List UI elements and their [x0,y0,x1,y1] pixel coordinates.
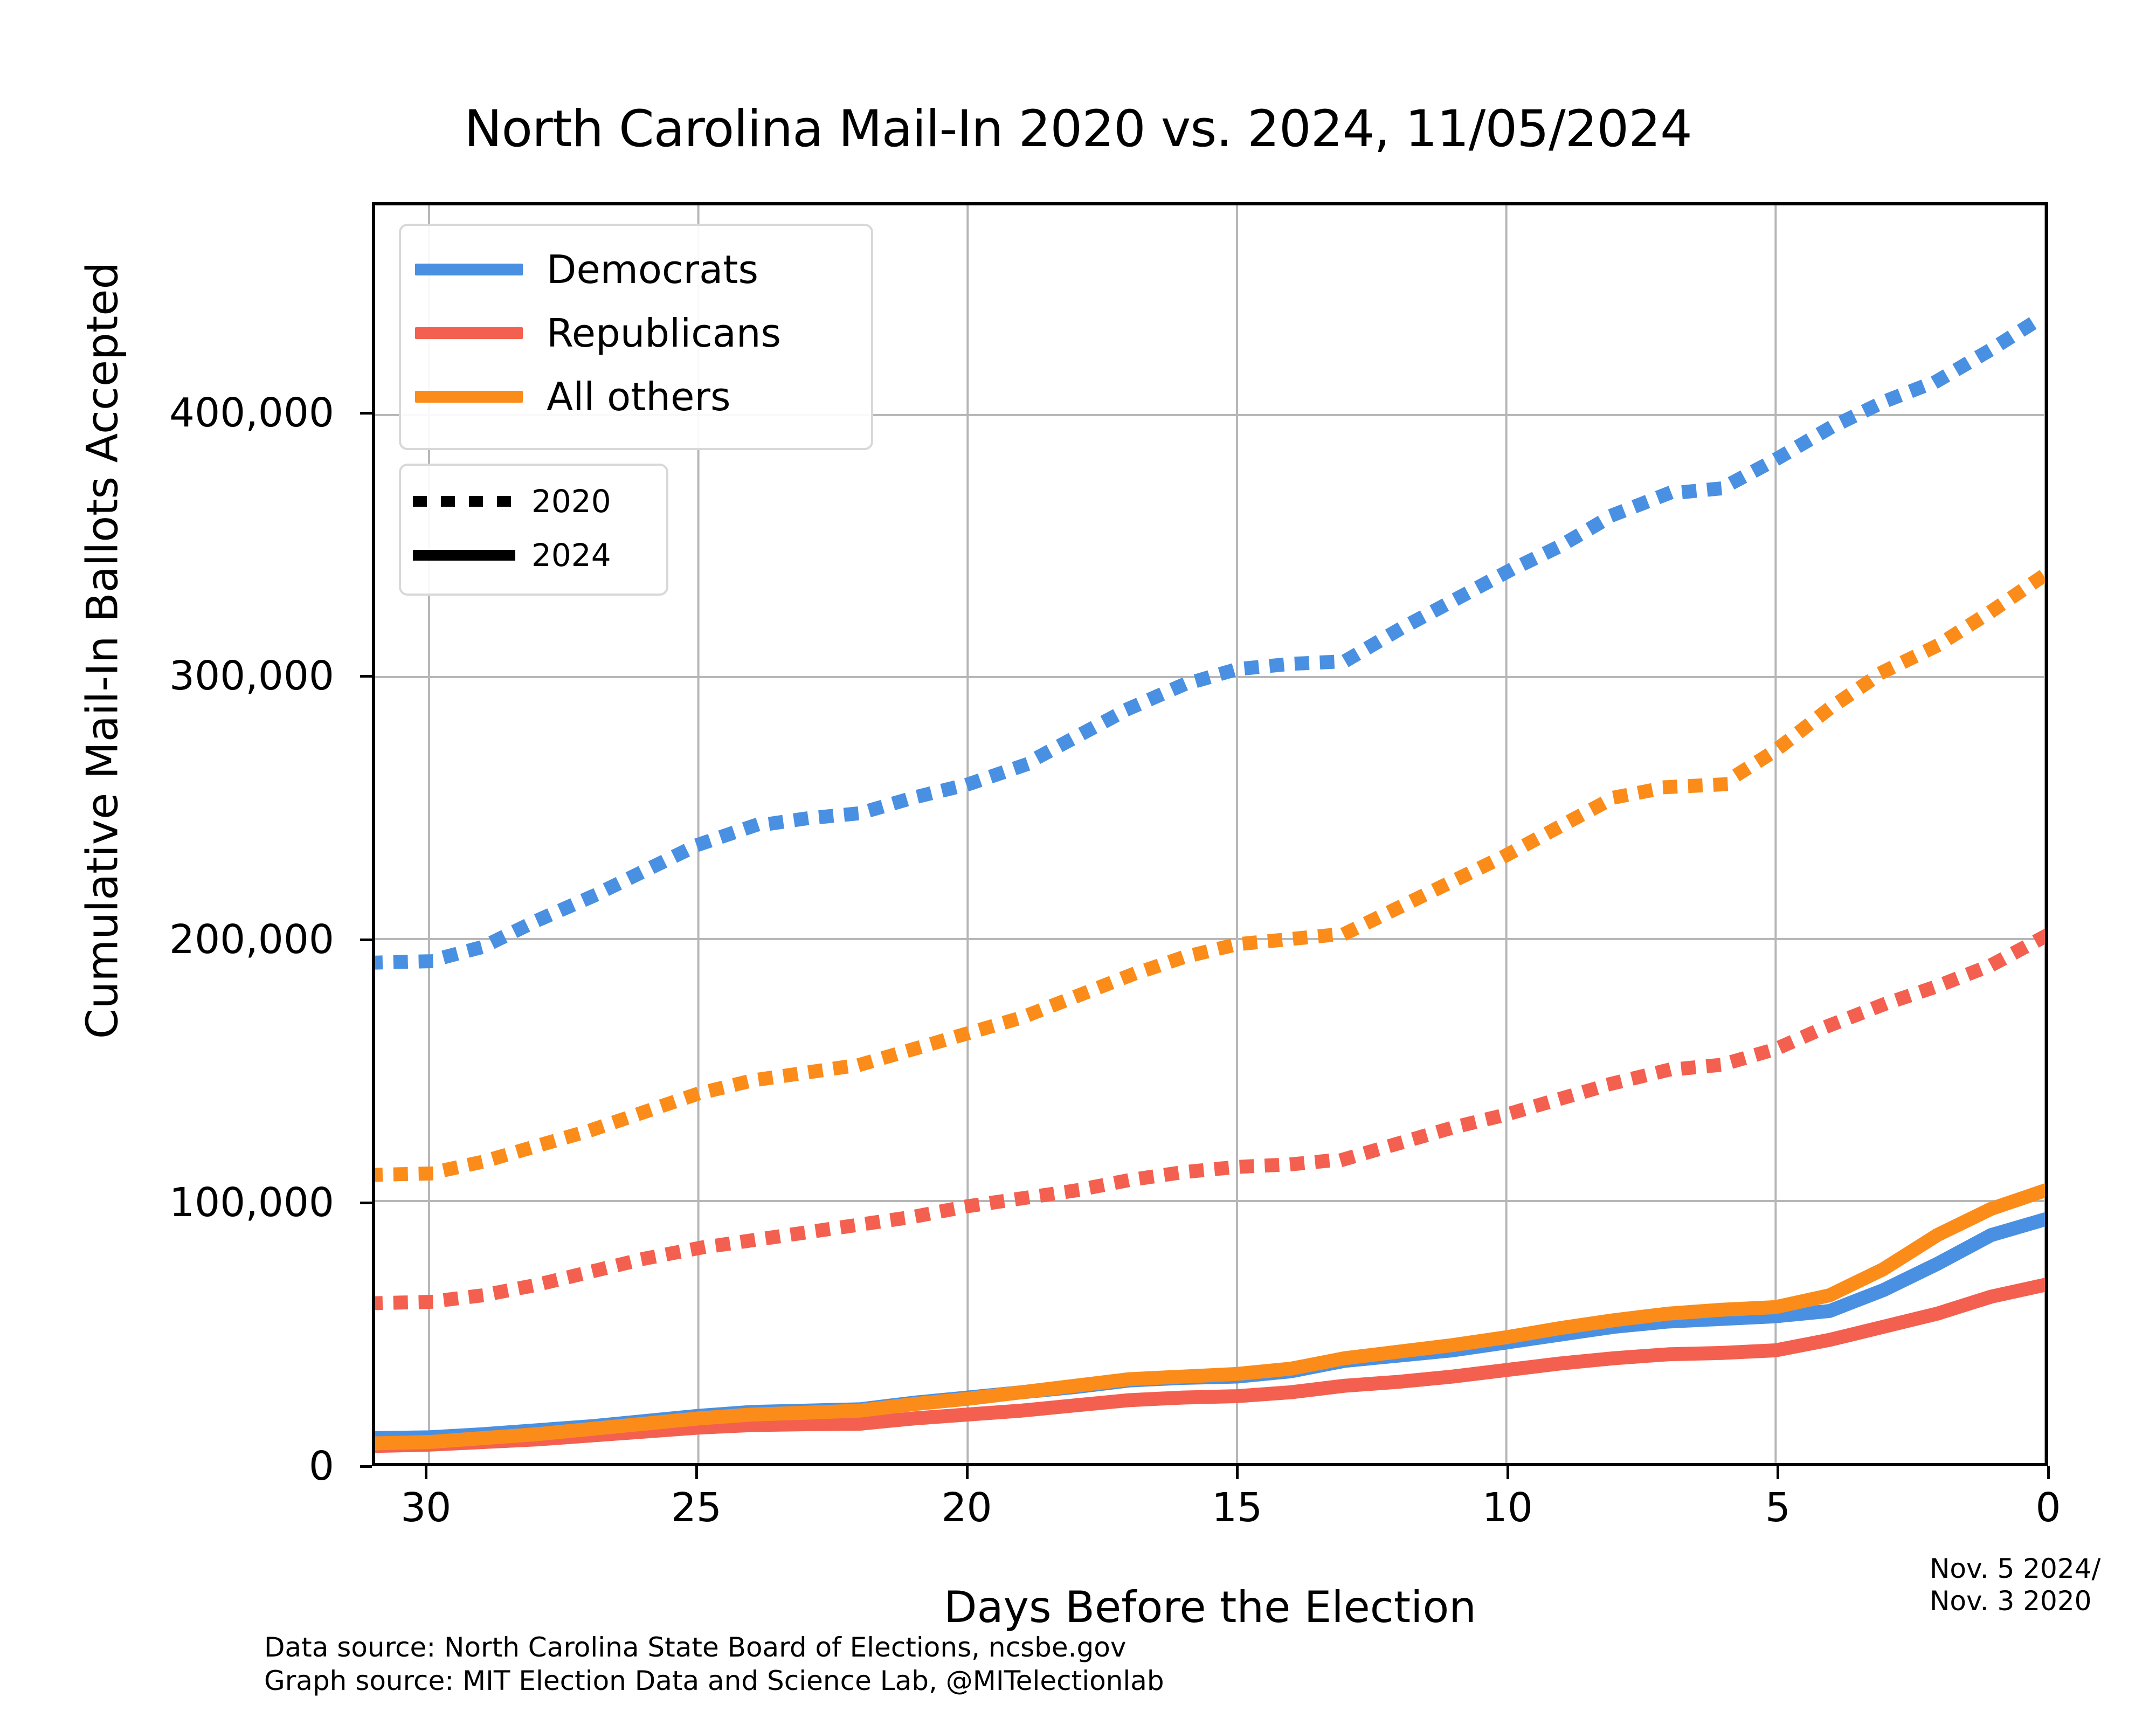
y-tick-mark [360,675,372,678]
source-annotation: Data source: North Carolina State Board … [264,1631,1164,1698]
x-tick-mark [1506,1466,1509,1479]
legend-item-2020: 2020 [413,474,654,528]
legend-label-2020: 2020 [531,483,611,520]
x-tick-mark [2047,1466,2050,1479]
y-tick-label: 0 [308,1443,334,1489]
y-tick-mark [360,1202,372,1205]
y-axis-label: Cumulative Mail-In Ballots Accepted [77,261,128,1039]
x-axis-label: Days Before the Election [943,1582,1476,1632]
legend-label-all-others: All others [547,374,731,419]
y-tick-mark [360,1465,372,1468]
y-tick-label: 100,000 [169,1179,334,1226]
chart-title: North Carolina Mail-In 2020 vs. 2024, 11… [464,100,1692,158]
legend-item-republicans: Republicans [415,301,857,365]
y-tick-mark [360,938,372,941]
election-date-line-1: Nov. 5 2024/ [1930,1553,2101,1584]
dotted-line-icon [413,496,515,507]
solid-line-icon [413,550,515,561]
data-source-text: Data source: North Carolina State Board … [264,1632,1127,1663]
legend-swatch-democrats [415,264,523,275]
series-line [375,566,2045,1182]
y-tick-label: 300,000 [169,653,334,700]
x-tick-label: 25 [671,1485,722,1531]
legend-label-republicans: Republicans [547,310,781,356]
x-tick-mark [1777,1466,1780,1479]
y-tick-mark [360,411,372,415]
x-tick-label: 30 [400,1485,452,1531]
y-tick-label: 200,000 [169,916,334,963]
legend-label-democrats: Democrats [547,247,758,292]
x-tick-label: 10 [1482,1485,1533,1531]
legend-swatch-republicans [415,327,523,339]
legend-years: 2020 2024 [399,464,668,596]
x-tick-label: 5 [1765,1485,1791,1531]
legend-item-all-others: All others [415,365,857,429]
election-date-annotation: Nov. 5 2024/ Nov. 3 2020 [1930,1552,2100,1617]
chart-figure: North Carolina Mail-In 2020 vs. 2024, 11… [0,0,2156,1725]
legend-item-democrats: Democrats [415,238,857,301]
legend-item-2024: 2024 [413,528,654,582]
series-line [375,1212,2045,1445]
x-tick-label: 20 [941,1485,992,1531]
legend-swatch-all-others [415,391,523,403]
x-tick-mark [425,1466,428,1479]
election-date-line-2: Nov. 3 2020 [1930,1585,2092,1617]
x-tick-label: 15 [1212,1485,1263,1531]
x-tick-mark [695,1466,698,1479]
x-tick-mark [965,1466,969,1479]
x-tick-mark [1236,1466,1239,1479]
y-tick-label: 400,000 [169,389,334,436]
legend-label-2024: 2024 [531,537,611,574]
graph-source-text: Graph source: MIT Election Data and Scie… [264,1665,1164,1696]
x-tick-label: 0 [2035,1485,2061,1531]
legend-parties: Democrats Republicans All others [399,224,873,450]
